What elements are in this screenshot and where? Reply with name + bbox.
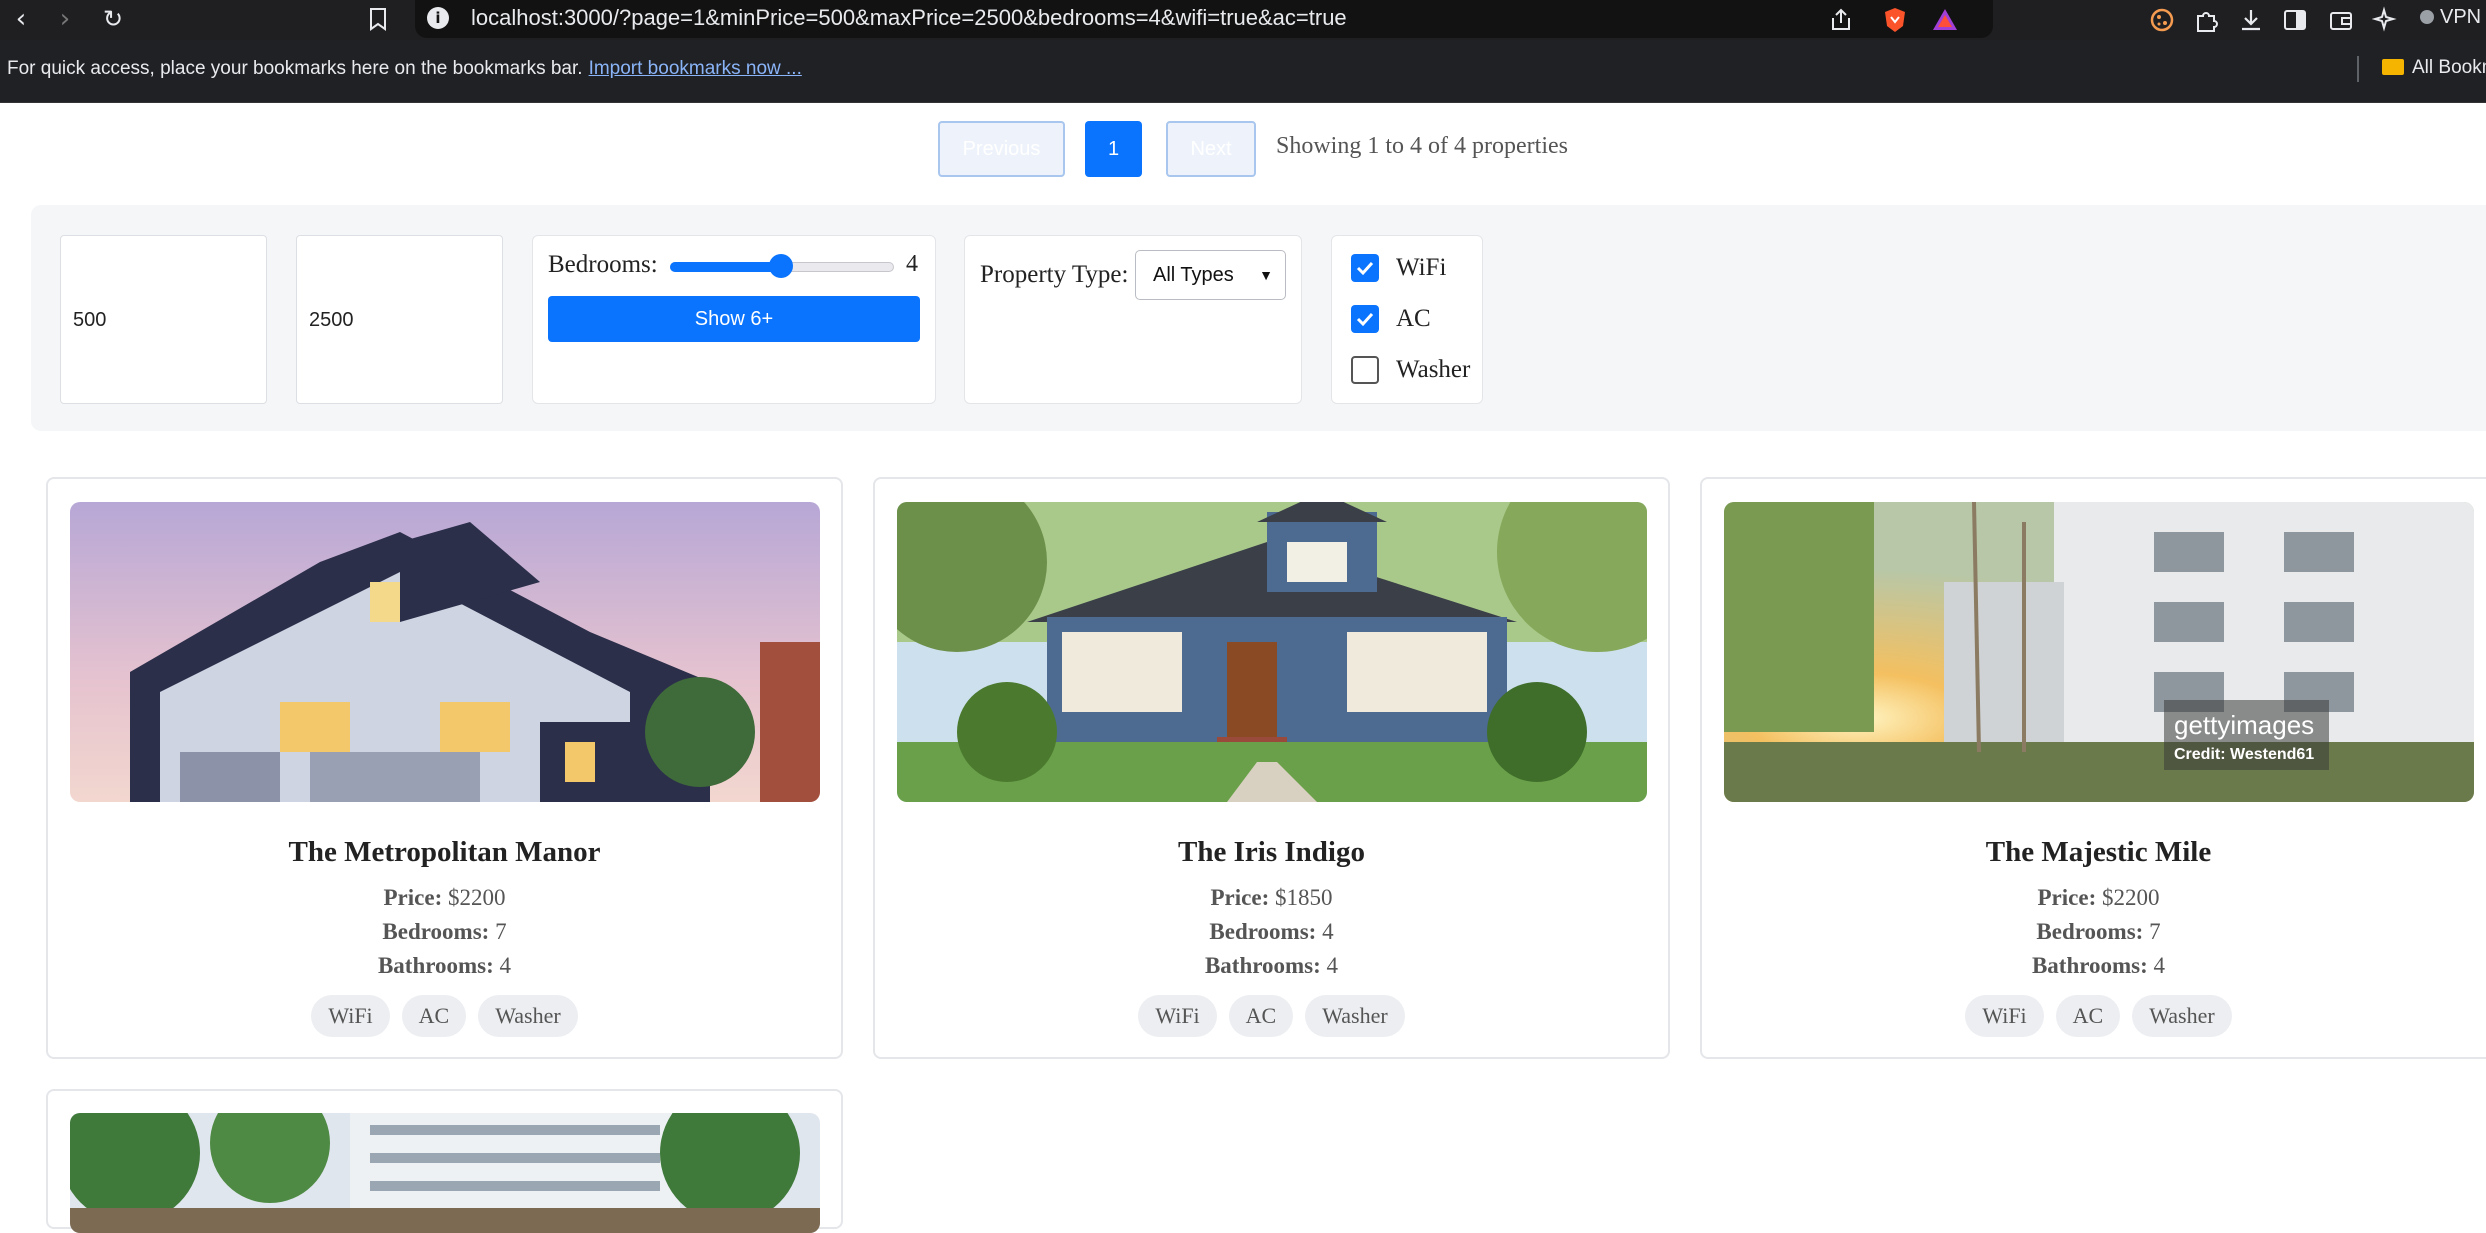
watermark-text: gettyimages — [2174, 710, 2314, 740]
property-bedrooms: Bedrooms: 7 — [46, 919, 843, 945]
bedrooms-label: Bedrooms: — [1209, 919, 1317, 944]
property-image — [70, 502, 820, 802]
property-price: Price: $1850 — [873, 885, 1670, 911]
amenity-tag: Washer — [2132, 995, 2232, 1037]
bookmarks-message: For quick access, place your bookmarks h… — [7, 58, 802, 80]
results-summary: Showing 1 to 4 of 4 properties — [1276, 133, 1568, 159]
property-title: The Iris Indigo — [1178, 836, 1365, 868]
bedrooms-label: Bedrooms: — [382, 919, 490, 944]
amenity-tag: WiFi — [1965, 995, 2044, 1037]
forward-icon[interactable]: › — [48, 4, 82, 34]
bedrooms-value: 4 — [1322, 919, 1334, 944]
page-1-button[interactable]: 1 — [1085, 121, 1142, 177]
washer-label: Washer — [1396, 356, 1471, 383]
url-text[interactable]: localhost:3000/?page=1&minPrice=500&maxP… — [471, 5, 1347, 31]
brave-rewards-icon[interactable] — [1931, 6, 1959, 34]
amenity-tag: Washer — [1305, 995, 1405, 1037]
property-type-value: All Types — [1153, 264, 1234, 286]
brave-shield-icon[interactable] — [1881, 6, 1909, 34]
bookmarks-divider — [2357, 56, 2359, 82]
property-bathrooms: Bathrooms: 4 — [46, 953, 843, 979]
wifi-label: WiFi — [1396, 254, 1447, 281]
amenity-tag: AC — [1228, 995, 1294, 1037]
property-price: Price: $2200 — [46, 885, 843, 911]
show-6-plus-button[interactable]: Show 6+ — [548, 296, 920, 342]
sidebar-icon[interactable] — [2281, 6, 2309, 34]
price-value: $2200 — [447, 885, 506, 910]
ac-checkbox[interactable] — [1351, 305, 1379, 333]
property-price: Price: $2200 — [1700, 885, 2486, 911]
bathrooms-label: Bathrooms: — [377, 953, 494, 978]
site-info-icon[interactable]: i — [427, 7, 449, 29]
bookmarks-message-text: For quick access, place your bookmarks h… — [7, 58, 583, 79]
bathrooms-label: Bathrooms: — [2031, 953, 2148, 978]
price-label: Price: — [2037, 885, 2097, 910]
property-image — [897, 502, 1647, 802]
bedrooms-label: Bedrooms: — [2036, 919, 2144, 944]
price-label: Price: — [383, 885, 443, 910]
address-bar[interactable]: i localhost:3000/?page=1&minPrice=500&ma… — [415, 0, 1993, 38]
previous-page-button[interactable]: Previous — [938, 121, 1065, 177]
download-icon[interactable] — [2237, 6, 2265, 34]
amenity-tag: WiFi — [1138, 995, 1217, 1037]
share-icon[interactable] — [1827, 6, 1855, 34]
back-icon[interactable]: ‹ — [4, 4, 38, 34]
ac-label: AC — [1396, 305, 1431, 332]
all-bookmarks-button[interactable]: All Bookm — [2382, 57, 2486, 79]
property-image: gettyimages Credit: Westend61 — [1724, 502, 2474, 802]
amenity-tag: WiFi — [311, 995, 390, 1037]
bedrooms-slider-thumb[interactable] — [769, 254, 793, 278]
reload-icon[interactable]: ↻ — [96, 4, 130, 34]
bathrooms-value: 4 — [1326, 953, 1339, 978]
property-bathrooms: Bathrooms: 4 — [873, 953, 1670, 979]
bedrooms-label: Bedrooms: — [548, 251, 658, 278]
import-bookmarks-link[interactable]: Import bookmarks now ... — [589, 58, 802, 79]
amenity-tag: Washer — [478, 995, 578, 1037]
amenity-tags: WiFi AC Washer — [1700, 995, 2486, 1037]
folder-icon — [2382, 59, 2404, 75]
bathrooms-label: Bathrooms: — [1204, 953, 1321, 978]
amenity-tags: WiFi AC Washer — [873, 995, 1670, 1037]
bathrooms-value: 4 — [499, 953, 512, 978]
chevron-down-icon: ▼ — [1259, 267, 1273, 283]
bookmark-icon[interactable] — [366, 6, 390, 32]
bedrooms-slider-fill — [670, 262, 781, 272]
property-image — [70, 1113, 820, 1233]
leo-ai-icon[interactable] — [2372, 6, 2400, 34]
vpn-button[interactable]: VPN — [2420, 6, 2481, 29]
amenity-tags: WiFi AC Washer — [46, 995, 843, 1037]
washer-checkbox[interactable] — [1351, 356, 1379, 384]
wifi-checkbox[interactable] — [1351, 254, 1379, 282]
property-bedrooms: Bedrooms: 7 — [1700, 919, 2486, 945]
extensions-icon[interactable] — [2192, 6, 2220, 34]
bedrooms-value: 4 — [906, 251, 918, 277]
bathrooms-value: 4 — [2153, 953, 2166, 978]
property-title: The Metropolitan Manor — [288, 836, 601, 868]
property-bedrooms: Bedrooms: 4 — [873, 919, 1670, 945]
bedrooms-value: 7 — [2149, 919, 2161, 944]
property-title: The Majestic Mile — [1985, 836, 2212, 868]
browser-toolbar: ‹ › ↻ i localhost:3000/?page=1&minPrice=… — [0, 0, 2486, 40]
max-price-input[interactable]: 2500 — [296, 235, 503, 404]
property-type-select[interactable]: All Types ▼ — [1135, 250, 1286, 300]
wallet-icon[interactable] — [2327, 6, 2355, 34]
next-page-button[interactable]: Next — [1166, 121, 1256, 177]
property-bathrooms: Bathrooms: 4 — [1700, 953, 2486, 979]
vpn-status-icon — [2420, 10, 2434, 24]
price-value: $1850 — [1274, 885, 1333, 910]
vpn-label: VPN — [2440, 6, 2482, 28]
price-value: $2200 — [2101, 885, 2160, 910]
cookie-extension-icon[interactable] — [2148, 6, 2176, 34]
all-bookmarks-label: All Bookm — [2412, 57, 2486, 78]
image-credit-text: Credit: Westend61 — [2174, 746, 2314, 763]
min-price-input[interactable]: 500 — [60, 235, 267, 404]
amenity-tag: AC — [401, 995, 467, 1037]
property-type-label: Property Type: — [980, 261, 1129, 288]
amenity-tag: AC — [2055, 995, 2121, 1037]
bedrooms-value: 7 — [495, 919, 507, 944]
price-label: Price: — [1210, 885, 1270, 910]
